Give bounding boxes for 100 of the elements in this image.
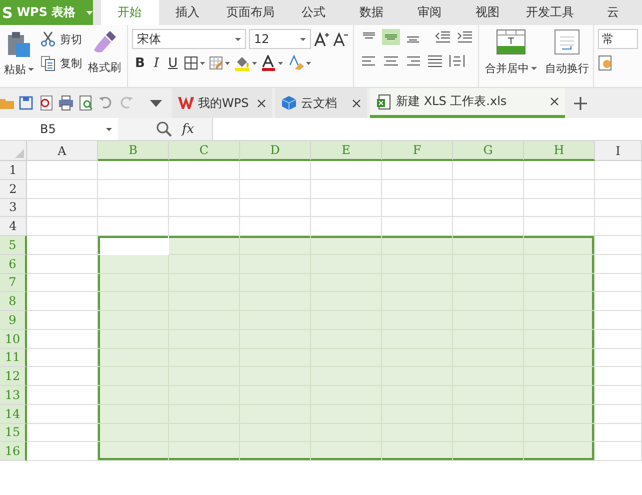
grid-cell[interactable] [27,292,98,311]
merge-center-button[interactable]: 合并居中 [485,61,537,76]
distribute-icon[interactable] [448,53,466,69]
grid-cell[interactable] [27,348,98,368]
grid-cell[interactable] [240,198,311,218]
save-icon[interactable] [18,95,34,111]
grid-cell[interactable] [524,367,595,386]
folder-icon[interactable] [0,96,14,110]
grid-cell[interactable] [595,330,642,348]
ribbon-tab[interactable]: 云 [584,0,642,25]
insert-function-button[interactable]: fx [182,122,194,136]
grid-cell[interactable] [169,254,240,274]
grid-cell[interactable] [382,404,453,424]
ribbon-tab[interactable]: 插入 [158,0,217,25]
grid-cell[interactable] [524,274,595,292]
paste-button[interactable]: 粘贴 [4,62,34,77]
clear-format-icon[interactable] [288,55,312,71]
grid-cell[interactable] [595,424,642,442]
grid-cell[interactable] [453,424,524,442]
ribbon-tab[interactable]: 开发工具 [516,0,584,25]
grid-cell[interactable] [595,254,642,274]
grid-cell[interactable] [595,161,642,180]
grid-cell[interactable] [382,292,453,311]
grid-cell[interactable] [169,442,240,461]
grid-cell[interactable] [382,274,453,292]
align-middle-icon[interactable] [382,29,400,45]
grid-cell[interactable] [524,217,595,236]
grid-cell[interactable] [311,442,382,461]
grid-cell[interactable] [311,161,382,180]
grid-cell[interactable] [382,311,453,330]
grid-cell[interactable] [169,217,240,236]
grid-cell[interactable] [240,217,311,236]
grid-cell[interactable] [524,348,595,368]
ribbon-tab[interactable]: 审阅 [400,0,458,25]
grid-cell[interactable] [240,236,311,255]
grid-cell[interactable] [382,386,453,405]
grid-cell[interactable] [169,236,240,255]
grid-cell[interactable] [27,442,98,461]
increase-indent-icon[interactable] [456,29,474,45]
ribbon-tab[interactable]: 页面布局 [216,0,284,25]
grid-cell[interactable] [98,198,169,218]
grid-cell[interactable] [240,330,311,348]
grid-cell[interactable] [240,386,311,405]
grid-cell[interactable] [27,330,98,348]
grid-cell[interactable] [453,292,524,311]
grid-cell[interactable] [453,236,524,255]
grid-cell[interactable] [169,386,240,405]
grid-cell[interactable] [453,330,524,348]
redo-icon[interactable] [118,95,134,111]
grid-cell[interactable] [98,442,169,461]
underline-button[interactable]: U [165,56,181,70]
grid-cell[interactable] [27,424,98,442]
grid-cell[interactable] [98,180,169,198]
grid-cell[interactable] [524,180,595,198]
grid-cell[interactable] [382,198,453,218]
grid-cell[interactable] [240,367,311,386]
grid-cell[interactable] [595,348,642,368]
grid-cell[interactable] [595,404,642,424]
close-icon[interactable] [352,98,361,108]
grid-cell[interactable] [240,311,311,330]
close-icon[interactable] [550,97,559,106]
grid-cell[interactable] [595,236,642,255]
italic-button[interactable]: I [150,56,162,70]
font-size-dropdown[interactable]: 12 [249,29,311,49]
decrease-indent-icon[interactable] [434,29,452,45]
ribbon-tab[interactable]: 视图 [458,0,516,25]
grid-cell[interactable] [311,404,382,424]
number-format-dropdown[interactable]: 常 [598,29,638,49]
grid-cell[interactable] [382,348,453,368]
column-header[interactable]: I [595,141,642,161]
grid-cell[interactable] [311,292,382,311]
grid-cell[interactable] [98,274,169,292]
grid-cell[interactable] [595,217,642,236]
grid-cell[interactable] [311,198,382,218]
grid-cell[interactable] [98,348,169,368]
grid-cell[interactable] [524,254,595,274]
grid-cell[interactable] [98,254,169,274]
grid-cell[interactable] [169,424,240,442]
grid-cell[interactable] [98,292,169,311]
grid-cell[interactable] [169,198,240,218]
grid-cell[interactable] [169,180,240,198]
row-header[interactable]: 2 [0,180,27,198]
grid-cell[interactable] [524,330,595,348]
grid-cell[interactable] [524,236,595,255]
grid-cell[interactable] [382,424,453,442]
grid-cell[interactable] [98,424,169,442]
ribbon-tab[interactable]: 公式 [284,0,342,25]
grid-cell[interactable] [27,254,98,274]
row-header[interactable]: 3 [0,198,27,218]
column-header[interactable]: A [27,141,98,161]
grid-cell[interactable] [524,404,595,424]
shrink-font-icon[interactable] [333,31,349,47]
grid-cell[interactable] [453,442,524,461]
grow-font-icon[interactable] [314,31,330,47]
grid-cell[interactable] [453,180,524,198]
grid-cell[interactable] [382,442,453,461]
grid-cell[interactable] [311,217,382,236]
grid-cell[interactable] [453,311,524,330]
grid-cell[interactable] [453,198,524,218]
grid-cell[interactable] [311,386,382,405]
